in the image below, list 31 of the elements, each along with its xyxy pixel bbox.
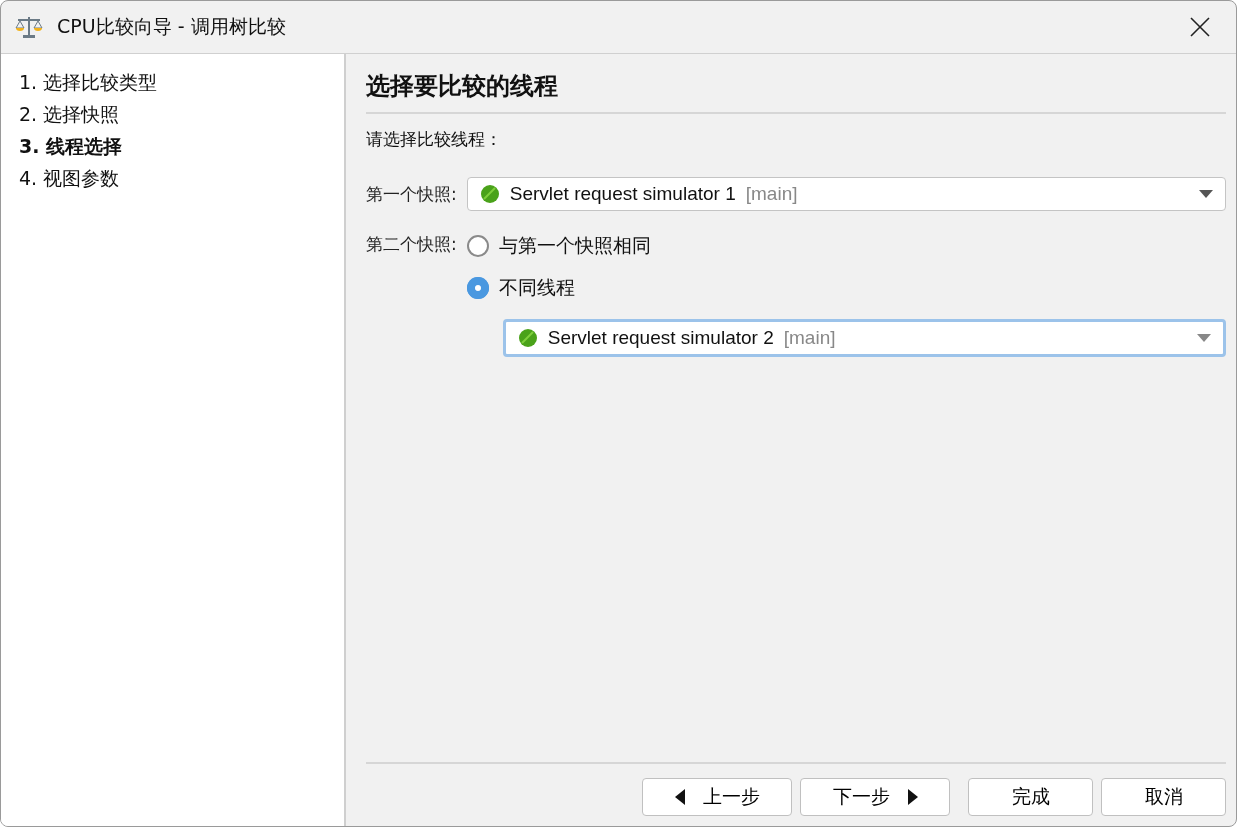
window-title: CPU比较向导 - 调用树比较 [57, 14, 287, 39]
thread-group-tag: [main] [783, 327, 1187, 349]
thread-status-icon [517, 328, 538, 348]
right-triangle-icon [907, 789, 918, 805]
dropdown-value: Servlet request simulator 2 [547, 327, 774, 349]
radio-label: 不同线程 [498, 275, 575, 300]
step-item: 4. 视图参数 [19, 166, 121, 191]
caret-icon [1199, 190, 1213, 198]
radio-button[interactable] [466, 277, 489, 299]
field-label: 第一个快照: [366, 182, 457, 206]
dropdown-value: Servlet request simulator 1 [509, 183, 736, 205]
thread-dropdown[interactable]: Servlet request simulator 1 [main] [466, 177, 1226, 211]
scales-icon [15, 14, 43, 40]
thread-dropdown[interactable]: Servlet request simulator 2 [main] [502, 319, 1226, 357]
step-item: 3. 线程选择 [19, 134, 124, 159]
caret-icon [1197, 334, 1211, 342]
step-item: 1. 选择比较类型 [19, 70, 159, 95]
dialog-button[interactable]: 完成 [968, 778, 1093, 816]
thread-group-tag: [main] [745, 183, 1189, 205]
dialog-button[interactable]: 取消 [1101, 778, 1226, 816]
field-label: 第二个快照: [366, 233, 457, 256]
close-icon[interactable] [1190, 17, 1210, 37]
left-triangle-icon [674, 789, 685, 805]
step-item: 2. 选择快照 [19, 102, 121, 127]
page-heading: 选择要比较的线程 [366, 54, 1226, 114]
radio-label: 与第一个快照相同 [498, 233, 651, 258]
prompt-text: 请选择比较线程： [366, 128, 503, 151]
radio-button[interactable] [466, 235, 489, 257]
next-button[interactable]: 下一步 [800, 778, 950, 816]
thread-status-icon [479, 184, 500, 204]
back-button[interactable]: 上一步 [642, 778, 792, 816]
